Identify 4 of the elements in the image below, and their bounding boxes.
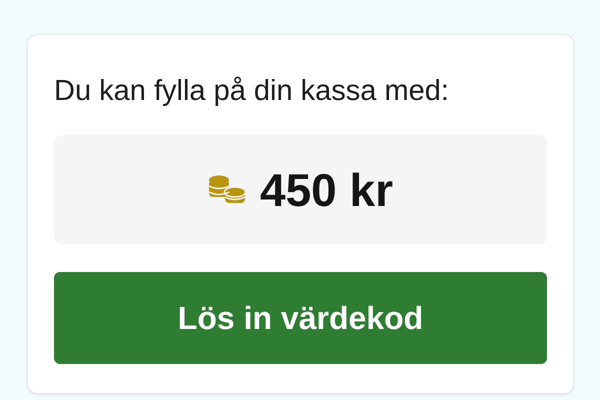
amount-text: 450 kr (260, 162, 393, 216)
redeem-button[interactable]: Lös in värdekod (54, 272, 547, 364)
coins-icon (208, 174, 246, 204)
intro-text: Du kan fylla på din kassa med: (54, 74, 450, 109)
